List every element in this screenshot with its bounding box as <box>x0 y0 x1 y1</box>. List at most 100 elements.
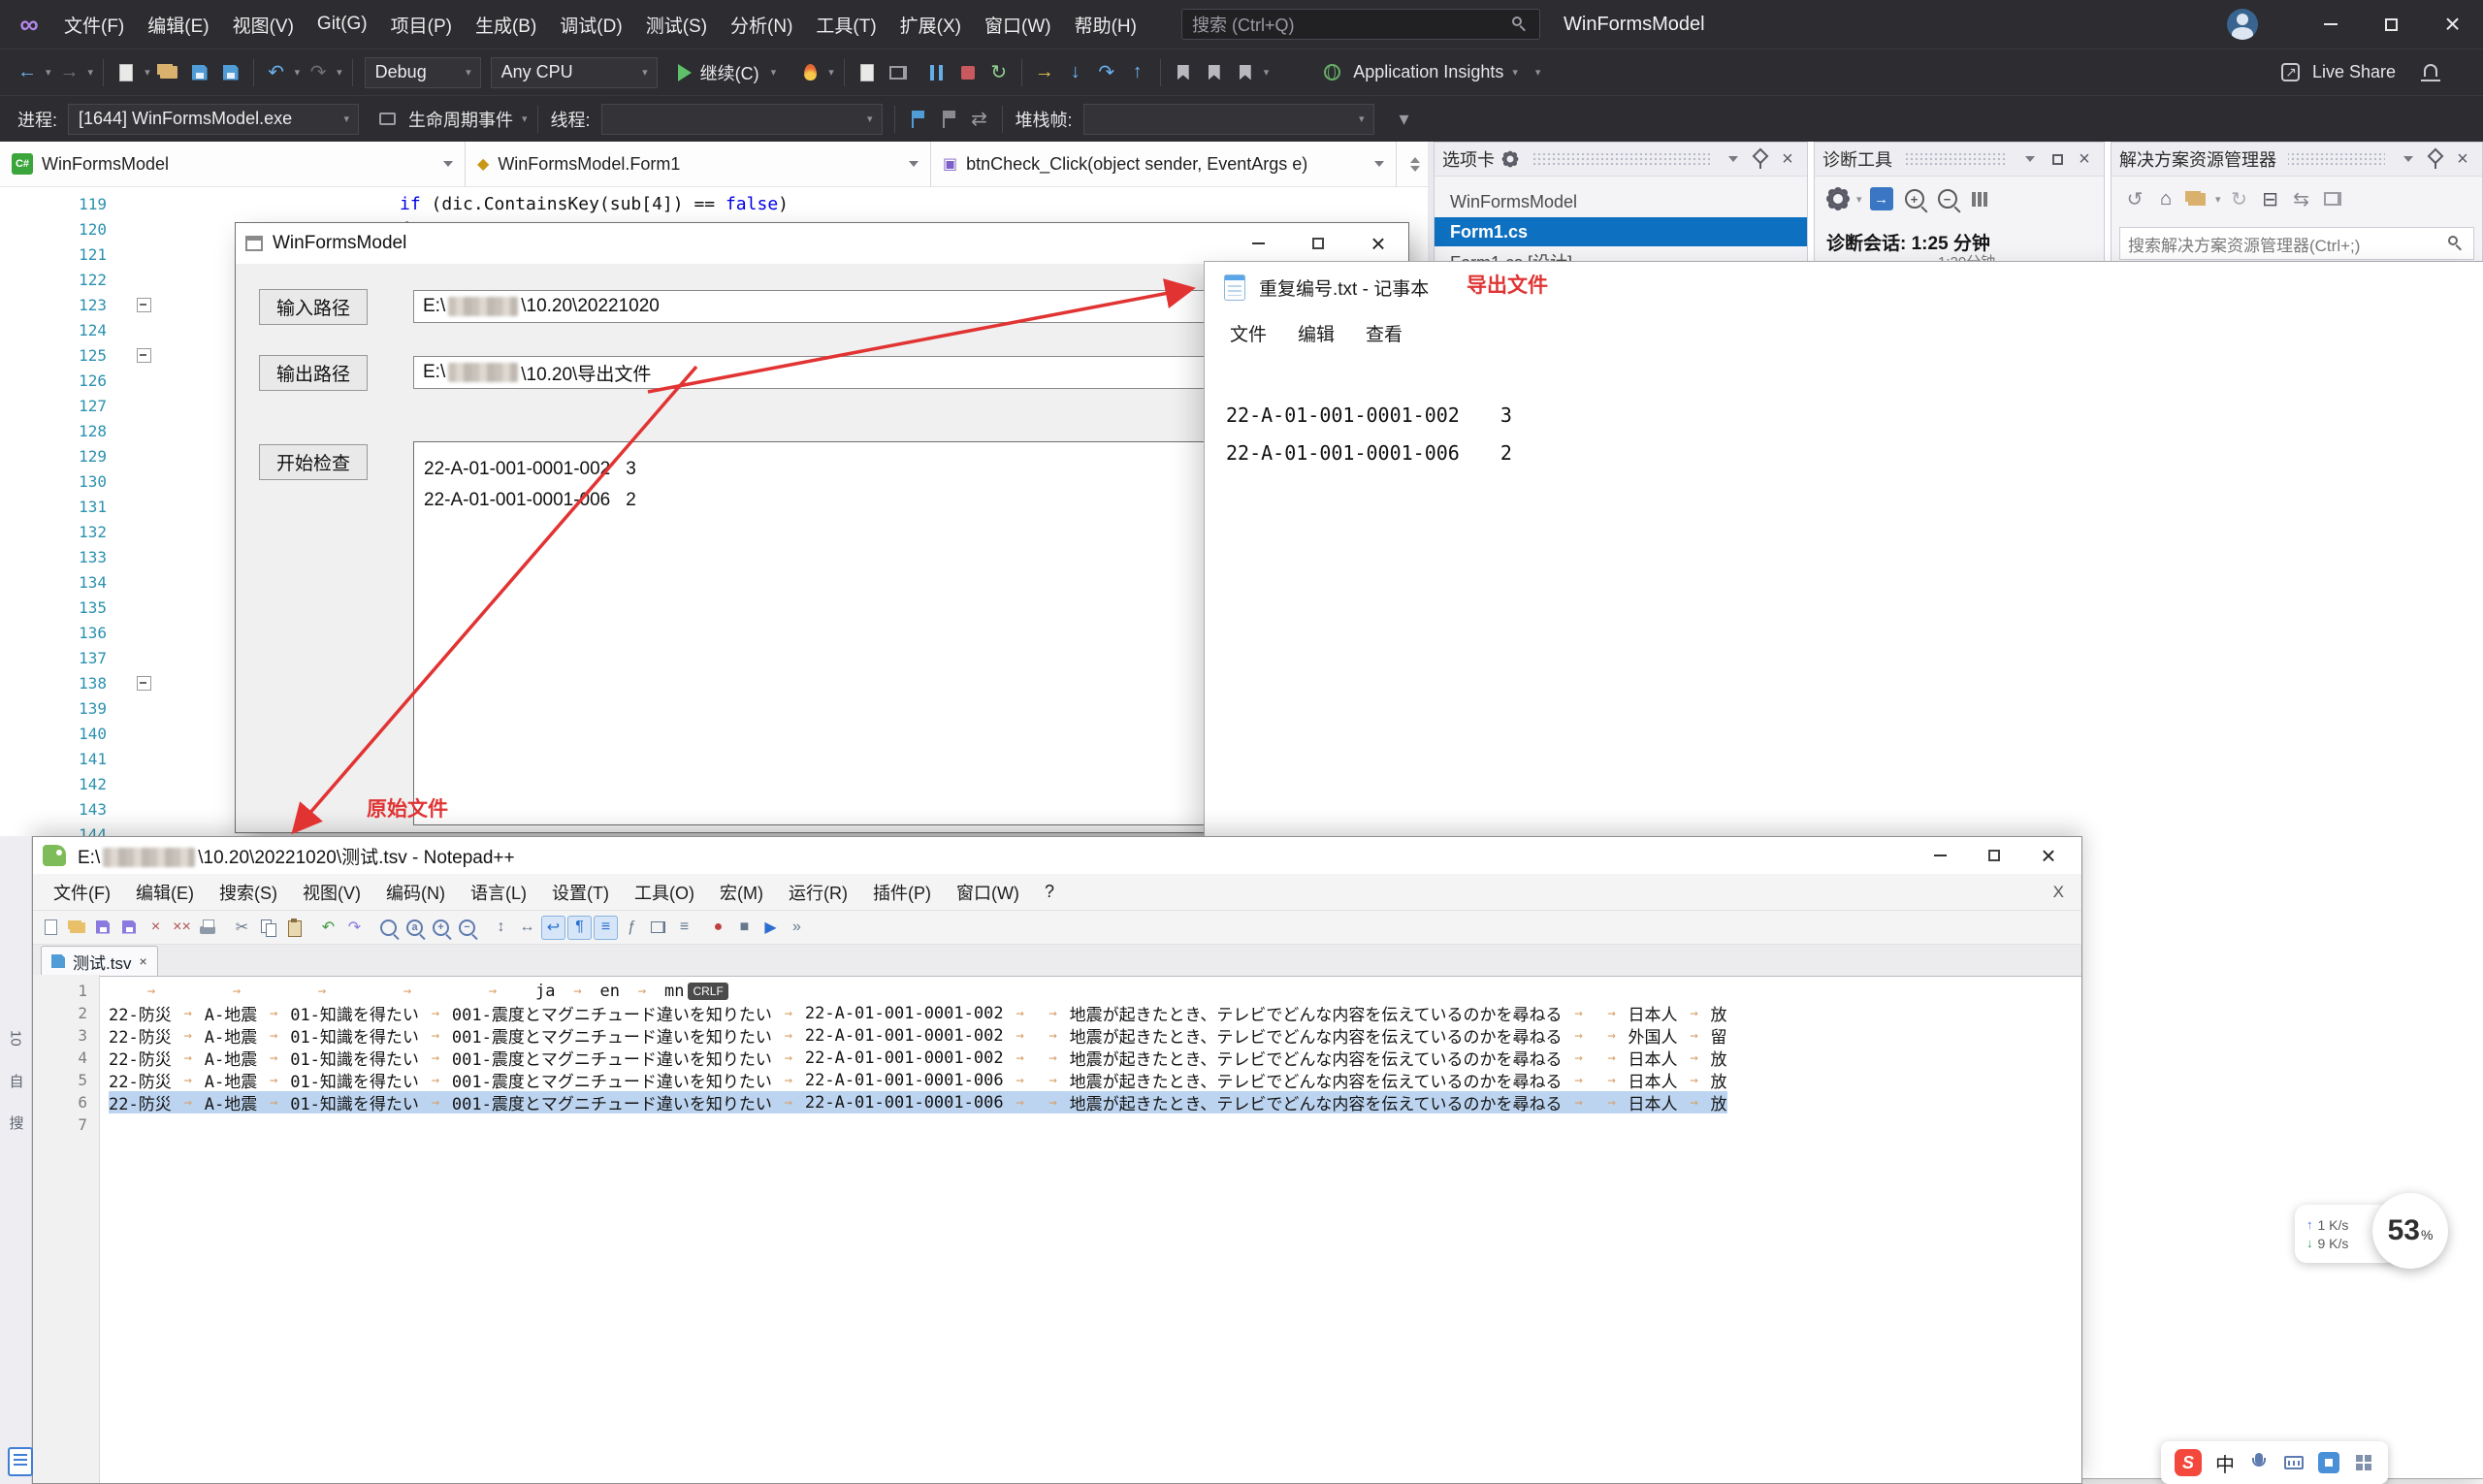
tab-item-active[interactable]: Form1.cs <box>1435 217 1807 246</box>
npp-function-list-icon[interactable]: ƒ <box>620 916 644 940</box>
vs-menu-4[interactable]: 项目(P) <box>379 12 464 38</box>
npp-doc-switcher-icon[interactable]: ≡ <box>672 916 696 940</box>
minimize-button[interactable] <box>1228 223 1288 264</box>
npp-zoom-in-icon[interactable]: + <box>433 919 449 936</box>
maximize-button[interactable] <box>1967 837 2021 874</box>
nav-back-icon[interactable]: ← <box>12 56 43 89</box>
zoom-out-icon[interactable]: − <box>1937 189 1957 209</box>
output-path-button[interactable]: 输出路径 <box>259 355 368 391</box>
open-file-icon[interactable] <box>153 56 184 89</box>
npp-cut-icon[interactable]: ✂ <box>230 916 254 940</box>
vs-menu-0[interactable]: 文件(F) <box>52 12 136 38</box>
platform-select[interactable]: Any CPU ▾ <box>490 56 658 88</box>
npp-menu-7[interactable]: 工具(O) <box>622 880 707 905</box>
search-icon[interactable] <box>2446 234 2466 253</box>
code-line-119[interactable]: 119 if (dic.ContainsKey(sub[4]) == false) <box>0 191 1428 216</box>
fold-collapse-icon[interactable] <box>136 675 151 691</box>
sogou-logo-icon[interactable]: S <box>2175 1449 2202 1476</box>
sync-with-active-document-icon[interactable]: ⇆ <box>2286 182 2317 215</box>
npp-redo-icon[interactable]: ↷ <box>342 916 367 940</box>
npp-menu-5[interactable]: 语言(L) <box>458 880 539 905</box>
breadcrumb-type-dropdown[interactable]: ◆ WinFormsModel.Form1 <box>466 142 931 186</box>
breadcrumb-member-dropdown[interactable]: ▣ btnCheck_Click(object sender, EventArg… <box>931 142 1397 186</box>
winforms-titlebar[interactable]: WinFormsModel <box>236 223 1408 264</box>
nav-forward-icon[interactable]: → <box>54 56 85 89</box>
fold-collapse-icon[interactable] <box>136 297 151 312</box>
close-button[interactable] <box>2021 837 2076 874</box>
notepad-text-area[interactable]: 22-A-01-001-0001-002 3 22-A-01-001-0001-0… <box>1205 353 2483 471</box>
keyboard-icon[interactable] <box>2283 1452 2305 1473</box>
microphone-icon[interactable] <box>2248 1452 2270 1473</box>
search-icon[interactable] <box>1510 15 1530 34</box>
minimize-button[interactable] <box>2300 0 2361 48</box>
zoom-in-icon[interactable]: + <box>1904 189 1924 209</box>
vs-menu-3[interactable]: Git(G) <box>306 14 379 35</box>
live-share-icon[interactable] <box>2275 56 2306 89</box>
stop-debug-icon[interactable] <box>952 56 984 89</box>
show-next-statement-icon[interactable]: → <box>1029 56 1060 89</box>
user-avatar[interactable] <box>2227 9 2258 40</box>
docked-tab-0[interactable]: 10 <box>8 1030 24 1047</box>
npp-line-3[interactable]: 3 22-防災 → A-地震 → 01-知識を得たい → 001-震度とマグニチュード違いを知… <box>33 1024 2081 1048</box>
npp-macro-run-multi-icon[interactable]: » <box>785 916 809 940</box>
bookmark-icon[interactable] <box>1168 56 1199 89</box>
quick-search-input[interactable]: 搜索 (Ctrl+Q) <box>1181 9 1540 40</box>
npp-line-1[interactable]: 1 → → → → → ja → en → mn CRLF <box>33 980 2081 1002</box>
npp-sync-h-icon[interactable]: ↔ <box>515 916 539 940</box>
npp-find-icon[interactable] <box>380 919 397 936</box>
break-all-icon[interactable] <box>921 56 952 89</box>
npp-menu-11[interactable]: 窗口(W) <box>944 880 1032 905</box>
docked-tab-1[interactable]: 自 <box>6 1074 26 1088</box>
editor-split-handle[interactable] <box>1404 142 1426 186</box>
step-over-icon[interactable]: ↷ <box>1091 56 1122 89</box>
maximize-button[interactable] <box>2361 0 2422 48</box>
solution-search-input[interactable]: 搜索解决方案资源管理器(Ctrl+;) <box>2119 227 2474 260</box>
tabs-panel-header[interactable]: 选项卡 <box>1435 143 1807 177</box>
tab-group-label[interactable]: WinFormsModel <box>1435 188 1807 215</box>
npp-sync-v-icon[interactable]: ↕ <box>489 916 513 940</box>
check-result-textbox[interactable]: 22-A-01-001-0001-002 3 22-A-01-001-0001-0… <box>413 441 1207 825</box>
redo-icon[interactable]: ↷ <box>303 56 334 89</box>
close-button[interactable] <box>1348 223 1408 264</box>
close-icon[interactable] <box>2451 147 2474 171</box>
npp-zoom-out-icon[interactable]: − <box>459 919 475 936</box>
docked-tab-2[interactable]: 搜 <box>6 1115 26 1130</box>
notepad-menu-2[interactable]: 查看 <box>1350 320 1418 346</box>
npp-macro-play-icon[interactable]: ▶ <box>758 916 783 940</box>
flag-thread-icon[interactable] <box>933 103 964 136</box>
step-into-icon[interactable]: ↓ <box>1060 56 1091 89</box>
solexp-refresh-icon[interactable]: ↻ <box>2224 182 2255 215</box>
start-check-button[interactable]: 开始检查 <box>259 444 368 480</box>
close-icon[interactable] <box>2073 147 2096 171</box>
ime-toolbox-icon[interactable] <box>2318 1452 2339 1473</box>
vs-menu-1[interactable]: 编辑(E) <box>136 12 220 38</box>
vs-menu-9[interactable]: 工具(T) <box>804 12 887 38</box>
maximize-button[interactable] <box>1288 223 1348 264</box>
npp-open-icon[interactable] <box>65 916 89 940</box>
npp-line-6[interactable]: 6 22-防災 → A-地震 → 01-知識を得たい → 001-震度とマグニチュード違いを知… <box>33 1091 2081 1113</box>
npp-menu-2[interactable]: 搜索(S) <box>207 880 290 905</box>
npp-copy-icon[interactable] <box>256 916 280 940</box>
npp-indent-guide-icon[interactable]: ≡ <box>594 915 618 940</box>
chevron-down-icon[interactable] <box>2018 147 2042 171</box>
next-bookmark-icon[interactable] <box>1230 56 1261 89</box>
npp-undo-icon[interactable]: ↶ <box>316 916 340 940</box>
hot-reload-icon[interactable] <box>794 56 825 89</box>
breadcrumb-project-dropdown[interactable]: C# WinFormsModel <box>0 142 466 186</box>
vs-menu-2[interactable]: 视图(V) <box>221 12 306 38</box>
notepad-titlebar[interactable]: 重复编号.txt - 记事本 <box>1205 262 2483 312</box>
npp-menu-0[interactable]: 文件(F) <box>41 880 123 905</box>
prev-bookmark-icon[interactable] <box>1199 56 1230 89</box>
maximize-panel-icon[interactable] <box>2046 147 2069 171</box>
timeline-chart-icon[interactable] <box>1964 182 1995 215</box>
npp-close-icon[interactable]: × <box>144 916 168 940</box>
solution-explorer-header[interactable]: 解决方案资源管理器 <box>2112 143 2482 177</box>
npp-show-all-chars-icon[interactable]: ¶ <box>567 915 592 940</box>
npp-menu-12[interactable]: ? <box>1032 882 1067 902</box>
notepad-menu-0[interactable]: 文件 <box>1214 320 1282 346</box>
npp-line-7[interactable]: 7 <box>33 1113 2081 1136</box>
restart-icon[interactable]: ↻ <box>984 56 1015 89</box>
npp-menu-10[interactable]: 插件(P) <box>860 880 944 905</box>
show-flagged-threads-icon[interactable] <box>902 103 933 136</box>
npp-line-5[interactable]: 5 22-防災 → A-地震 → 01-知識を得たい → 001-震度とマグニチュード違いを知… <box>33 1069 2081 1092</box>
